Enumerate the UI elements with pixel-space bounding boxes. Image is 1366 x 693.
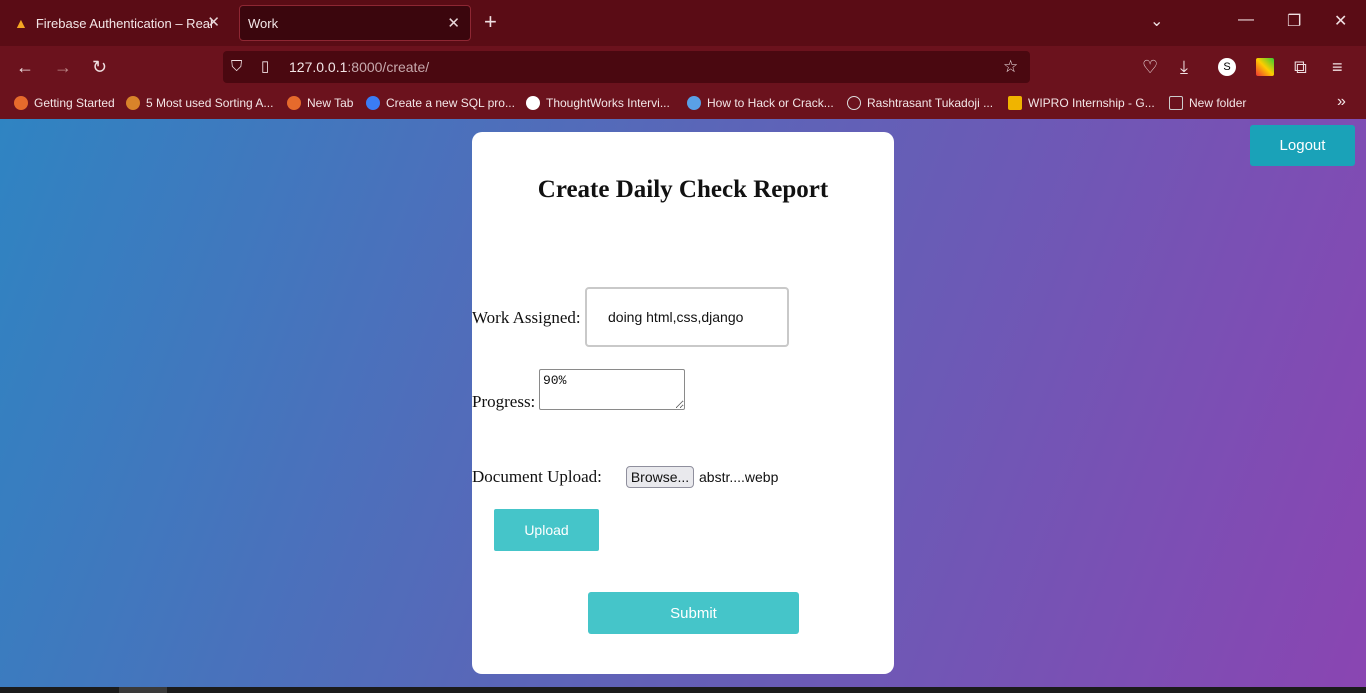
work-assigned-label: Work Assigned: — [472, 308, 581, 327]
globe-icon — [847, 96, 861, 110]
document-upload-label: Document Upload: — [472, 467, 602, 486]
address-bar[interactable]: ⛉ ▯ 127.0.0.1:8000/create/ ☆ — [223, 51, 1030, 83]
navigation-bar: ← → ↻ ⛉ ▯ 127.0.0.1:8000/create/ ☆ ♡ ⤓ S… — [0, 46, 1366, 90]
submit-button[interactable]: Submit — [588, 592, 799, 634]
extensions-puzzle-icon[interactable]: ⧉ — [1294, 56, 1307, 78]
form-title: Create Daily Check Report — [537, 176, 829, 203]
firefox-icon — [14, 96, 28, 110]
selected-file-name: abstr....webp — [699, 469, 779, 485]
back-arrow-icon[interactable]: ← — [16, 56, 34, 78]
shield-icon[interactable]: ⛉ — [231, 56, 242, 78]
pocket-icon[interactable]: ♡ — [1142, 56, 1158, 78]
bookmark-item[interactable]: 5 Most used Sorting A... — [126, 96, 273, 110]
browse-button[interactable]: Browse... — [626, 466, 694, 488]
new-tab-button[interactable]: + — [484, 10, 497, 34]
bookmarks-bar: Getting Started 5 Most used Sorting A...… — [0, 90, 1366, 119]
tab-list-chevron-icon[interactable]: ⌄ — [1150, 11, 1163, 31]
bookmark-item[interactable]: ThoughtWorks Intervi... — [526, 96, 670, 110]
bookmark-item[interactable]: New Tab — [287, 96, 353, 110]
extension-icon[interactable] — [1256, 58, 1274, 76]
logout-button[interactable]: Logout — [1250, 125, 1355, 166]
sql-icon — [366, 96, 380, 110]
reload-icon[interactable]: ↻ — [92, 56, 107, 78]
window-close-icon[interactable]: ✕ — [1334, 11, 1347, 31]
forward-arrow-icon[interactable]: → — [54, 56, 72, 78]
tab-firebase[interactable]: ▲ Firebase Authentication – Realtim ✕ — [6, 5, 230, 41]
download-icon[interactable]: ⤓ — [1180, 56, 1188, 78]
bookmark-star-icon[interactable]: ☆ — [1003, 56, 1018, 78]
bookmarks-overflow-icon[interactable]: » — [1337, 93, 1346, 111]
account-avatar-icon[interactable]: S — [1218, 58, 1236, 76]
close-tab-icon[interactable]: ✕ — [207, 13, 220, 31]
close-tab-icon[interactable]: ✕ — [447, 14, 460, 32]
folder-icon — [1169, 96, 1183, 110]
progress-textarea[interactable]: 90% — [539, 369, 685, 410]
tab-work[interactable]: Work ✕ — [239, 5, 471, 41]
bottom-scrollbar — [0, 687, 1366, 693]
minimize-icon[interactable]: — — [1238, 11, 1254, 29]
bookmark-item[interactable]: Getting Started — [14, 96, 115, 110]
tab-title: Work — [248, 15, 279, 31]
bookmark-item[interactable]: WIPRO Internship - G... — [1008, 96, 1155, 110]
drive-icon — [1008, 96, 1022, 110]
menu-icon[interactable]: ≡ — [1332, 56, 1343, 78]
bookmark-item[interactable]: How to Hack or Crack... — [687, 96, 834, 110]
bookmark-item[interactable]: Create a new SQL pro... — [366, 96, 515, 110]
progress-label: Progress: — [472, 392, 536, 411]
firefox-icon — [287, 96, 301, 110]
firebase-icon: ▲ — [14, 15, 28, 31]
bookmark-item[interactable]: Rashtrasant Tukadoji ... — [847, 96, 993, 110]
upload-button[interactable]: Upload — [494, 509, 599, 551]
tab-title: Firebase Authentication – Realtim — [35, 15, 212, 31]
sorting-icon — [126, 96, 140, 110]
scrollbar-thumb[interactable] — [119, 687, 167, 693]
maximize-icon[interactable]: ❐ — [1287, 11, 1301, 31]
page-background: Logout Create Daily Check Report Work As… — [0, 119, 1366, 687]
medium-icon — [526, 96, 540, 110]
bookmark-folder[interactable]: New folder — [1169, 96, 1246, 110]
wrench-icon — [687, 96, 701, 110]
page-icon: ▯ — [261, 58, 270, 75]
url-text[interactable]: 127.0.0.1:8000/create/ — [289, 59, 429, 75]
tab-strip: ▲ Firebase Authentication – Realtim ✕ Wo… — [0, 0, 1366, 46]
work-assigned-input[interactable] — [585, 287, 789, 347]
report-form-card: Create Daily Check Report Work Assigned:… — [472, 132, 894, 674]
